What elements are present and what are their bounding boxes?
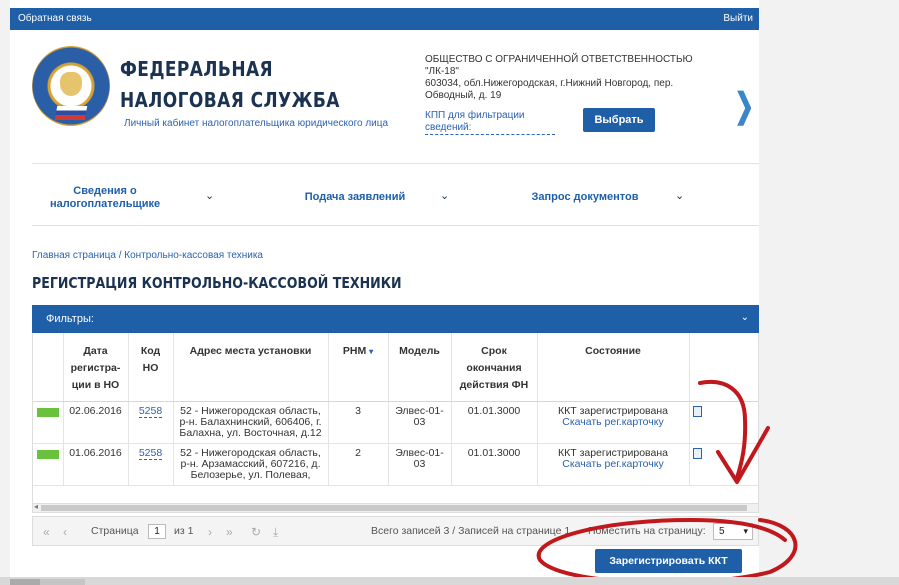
table-row[interactable]: 02.06.2016 5258 52 - Нижегородская облас…	[33, 401, 758, 444]
taskbar-strip	[0, 577, 899, 585]
scrollbar-thumb[interactable]	[41, 505, 747, 511]
logout-link[interactable]: Выйти	[723, 13, 753, 24]
cell-date: 02.06.2016	[63, 401, 129, 444]
cell-model: Элвес-01-03	[388, 401, 452, 444]
divider	[32, 225, 759, 226]
organization-name: ОБЩЕСТВО С ОГРАНИЧЕННОЙ ОТВЕТСТВЕННОСТЬЮ…	[425, 54, 693, 77]
page-number-input[interactable]: 1	[148, 524, 166, 539]
cell-status: ККТ зарегистрирована Скачать рег.карточк…	[537, 443, 690, 486]
table-row[interactable]: 01.06.2016 5258 52 - Нижегородская облас…	[33, 443, 758, 486]
per-page-select[interactable]: 5 ▾	[713, 523, 753, 540]
chevron-down-icon[interactable]: ⌄	[675, 189, 684, 202]
document-icon[interactable]	[692, 405, 702, 417]
organization-address: 603034, обл.Нижегородская, г.Нижний Новг…	[425, 78, 674, 101]
page: Обратная связь Выйти ФЕДЕРАЛЬНАЯ НАЛОГОВ…	[10, 0, 759, 585]
cell-address: 52 - Нижегородская область, р-н. Балахни…	[173, 401, 329, 444]
column-header[interactable]: Код НО	[128, 333, 174, 402]
chevron-right-icon[interactable]: ❯	[734, 86, 754, 126]
status-text: ККТ зарегистрирована	[558, 404, 668, 417]
column-header[interactable]: Дата регистра-ции в НО	[63, 333, 129, 402]
cell-address: 52 - Нижегородская область, р-н. Арзамас…	[173, 443, 329, 486]
status-indicator	[33, 401, 64, 444]
filters-label: Фильтры:	[46, 313, 94, 325]
scroll-left-icon[interactable]: ◂	[34, 502, 38, 511]
site-subtitle: Личный кабинет налогоплательщика юридиче…	[124, 118, 389, 129]
page-title: РЕГИСТРАЦИЯ КОНТРОЛЬНО-КАССОВОЙ ТЕХНИКИ	[32, 274, 402, 292]
chevron-down-icon[interactable]: ⌄	[741, 312, 749, 323]
cell-model: Элвес-01-03	[388, 443, 452, 486]
column-header-actions	[689, 333, 758, 402]
kkt-table: Дата регистра-ции в НО Код НО Адрес мест…	[33, 333, 758, 486]
kkt-table-container: Дата регистра-ции в НО Код НО Адрес мест…	[32, 333, 759, 503]
table-header-row: Дата регистра-ции в НО Код НО Адрес мест…	[33, 333, 758, 402]
next-page-icon[interactable]: ›	[208, 525, 212, 539]
last-page-icon[interactable]: »	[226, 525, 233, 539]
download-card-link[interactable]: Скачать рег.карточку	[541, 416, 686, 428]
tax-office-code-link[interactable]: 5258	[138, 446, 163, 460]
site-title-line1: ФЕДЕРАЛЬНАЯ	[120, 57, 274, 81]
column-header[interactable]: Срок окончания действия ФН	[451, 333, 538, 402]
cell-fn-expiry: 01.01.3000	[451, 443, 538, 486]
status-indicator	[33, 443, 64, 486]
pagination-toolbar: « ‹ Страница 1 из 1 › » ↻ ⤓ Всего записе…	[32, 516, 759, 546]
top-bar: Обратная связь Выйти	[10, 8, 759, 30]
nav-taxpayer-info[interactable]: Сведения о налогоплательщике	[50, 185, 160, 211]
breadcrumb[interactable]: Главная страница / Контрольно-кассовая т…	[32, 250, 263, 261]
per-page-label: Поместить на страницу:	[588, 525, 706, 537]
cell-actions	[689, 401, 758, 444]
sort-desc-icon[interactable]: ▾	[369, 347, 373, 356]
cell-status: ККТ зарегистрирована Скачать рег.карточк…	[537, 401, 690, 444]
cell-actions	[689, 443, 758, 486]
kpp-filter-link[interactable]: КПП для фильтрации сведений:	[425, 110, 555, 135]
cell-date: 01.06.2016	[63, 443, 129, 486]
chevron-down-icon[interactable]: ⌄	[440, 189, 449, 202]
cell-code: 5258	[128, 443, 174, 486]
site-title-line2: НАЛОГОВАЯ СЛУЖБА	[120, 88, 340, 112]
download-icon[interactable]: ⤓	[273, 525, 278, 540]
nav-submit-applications[interactable]: Подача заявлений	[295, 191, 415, 204]
page-count-label: из 1	[174, 525, 194, 537]
refresh-icon[interactable]: ↻	[251, 525, 261, 539]
tax-office-code-link[interactable]: 5258	[138, 404, 163, 418]
download-card-link[interactable]: Скачать рег.карточку	[541, 458, 686, 470]
filters-panel-header[interactable]: Фильтры: ⌄	[32, 305, 759, 333]
chevron-down-icon[interactable]: ▾	[743, 524, 748, 539]
select-button[interactable]: Выбрать	[583, 108, 655, 132]
status-text: ККТ зарегистрирована	[558, 446, 668, 459]
column-header-rnm[interactable]: РНМ ▾	[328, 333, 389, 402]
organization-info: ОБЩЕСТВО С ОГРАНИЧЕННОЙ ОТВЕТСТВЕННОСТЬЮ…	[425, 54, 725, 102]
records-summary: Всего записей 3 / Записей на странице 1	[371, 525, 571, 537]
nav-request-documents[interactable]: Запрос документов	[525, 191, 645, 204]
divider	[32, 163, 759, 164]
cell-code: 5258	[128, 401, 174, 444]
column-header[interactable]: Модель	[388, 333, 452, 402]
column-header[interactable]: Состояние	[537, 333, 690, 402]
page-label: Страница	[91, 525, 139, 537]
column-header[interactable]: Адрес места установки	[173, 333, 329, 402]
cell-rnm: 3	[328, 401, 389, 444]
feedback-link[interactable]: Обратная связь	[18, 13, 92, 24]
horizontal-scrollbar[interactable]: ◂	[32, 502, 759, 513]
column-header-indicator	[33, 333, 64, 402]
cell-fn-expiry: 01.01.3000	[451, 401, 538, 444]
first-page-icon[interactable]: «	[43, 525, 50, 539]
prev-page-icon[interactable]: ‹	[63, 525, 67, 539]
fns-emblem-logo[interactable]	[32, 46, 110, 126]
register-kkt-button[interactable]: Зарегистрировать ККТ	[595, 549, 742, 573]
chevron-down-icon[interactable]: ⌄	[205, 189, 214, 202]
cell-rnm: 2	[328, 443, 389, 486]
document-icon[interactable]	[692, 447, 702, 459]
